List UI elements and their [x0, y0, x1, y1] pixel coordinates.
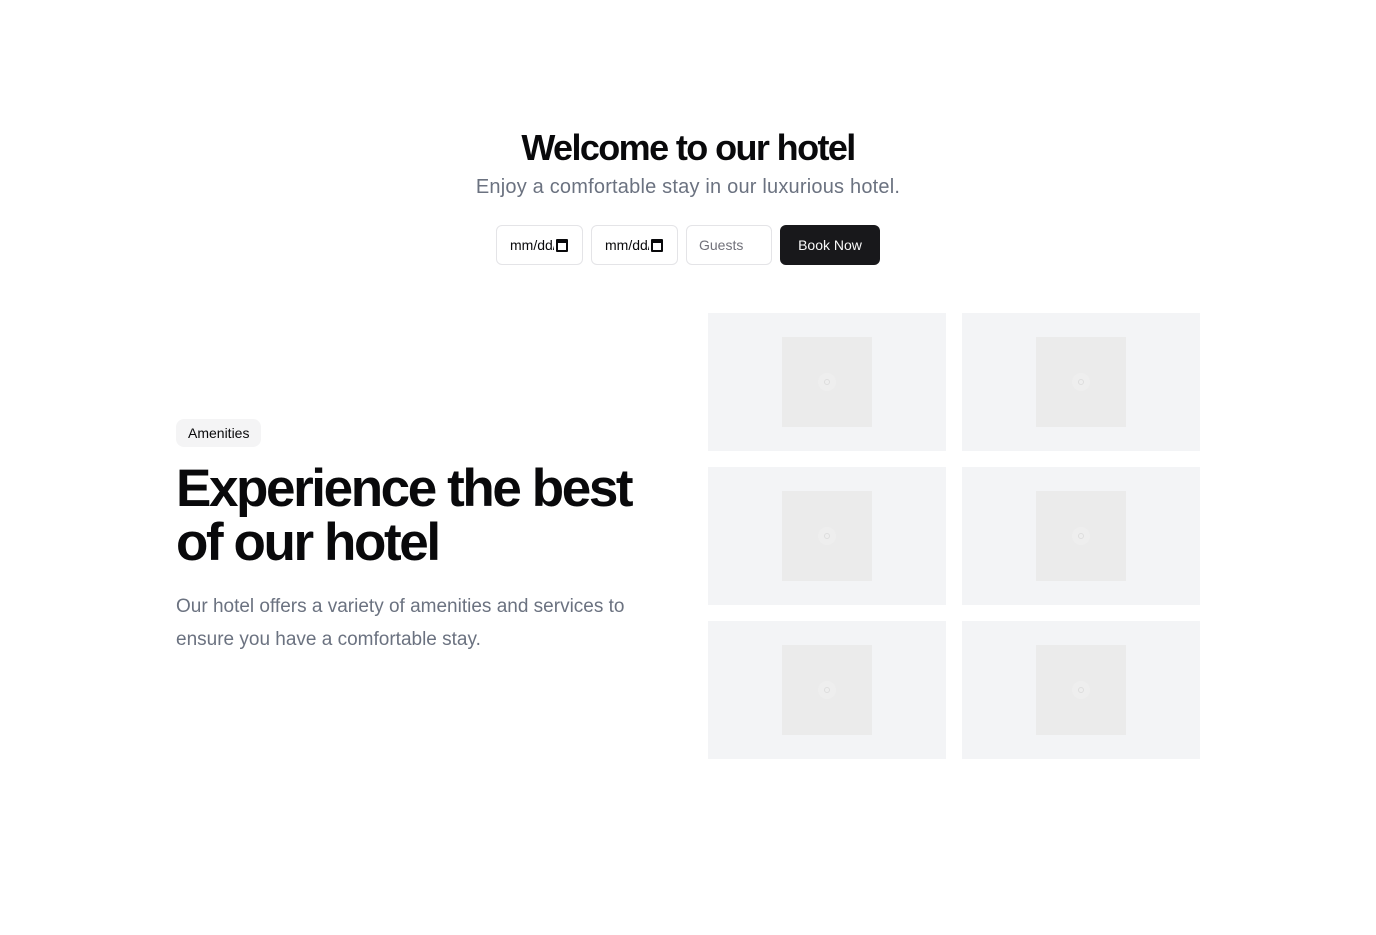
image-placeholder-icon	[818, 527, 836, 545]
amenities-section: Amenities Experience the best of our hot…	[176, 419, 676, 656]
gallery-tile	[962, 467, 1200, 605]
calendar-icon[interactable]	[556, 239, 568, 252]
image-placeholder	[1036, 337, 1126, 427]
hero-subtitle: Enjoy a comfortable stay in our luxuriou…	[475, 176, 901, 198]
image-placeholder-icon	[818, 681, 836, 699]
image-placeholder-icon	[1072, 681, 1090, 699]
check-in-date-input[interactable]: mm/dd/yyyy	[496, 225, 583, 265]
gallery-tile	[962, 313, 1200, 451]
check-in-date-value: mm/dd/yyyy	[510, 237, 554, 253]
calendar-icon[interactable]	[651, 239, 663, 252]
image-placeholder	[1036, 645, 1126, 735]
booking-form: mm/dd/yyyy mm/dd/yyyy Book Now	[496, 225, 880, 265]
check-out-date-input[interactable]: mm/dd/yyyy	[591, 225, 678, 265]
image-placeholder-icon	[1072, 373, 1090, 391]
page: Welcome to our hotel Enjoy a comfortable…	[0, 0, 1376, 935]
hero-section: Welcome to our hotel Enjoy a comfortable…	[0, 126, 1376, 201]
check-out-date-value: mm/dd/yyyy	[605, 237, 649, 253]
image-placeholder	[782, 645, 872, 735]
amenities-badge: Amenities	[176, 419, 262, 447]
gallery-tile	[708, 621, 946, 759]
amenities-gallery	[708, 313, 1200, 759]
image-placeholder	[782, 491, 872, 581]
guests-input[interactable]	[686, 225, 772, 265]
image-placeholder-icon	[1072, 527, 1090, 545]
gallery-tile	[708, 467, 946, 605]
book-now-button[interactable]: Book Now	[780, 225, 880, 265]
image-placeholder-icon	[818, 373, 836, 391]
amenities-title: Experience the best of our hotel	[176, 459, 634, 572]
gallery-tile	[708, 313, 946, 451]
gallery-tile	[962, 621, 1200, 759]
image-placeholder	[782, 337, 872, 427]
amenities-description: Our hotel offers a variety of amenities …	[176, 596, 625, 650]
image-placeholder	[1036, 491, 1126, 581]
page-title: Welcome to our hotel	[521, 127, 856, 168]
